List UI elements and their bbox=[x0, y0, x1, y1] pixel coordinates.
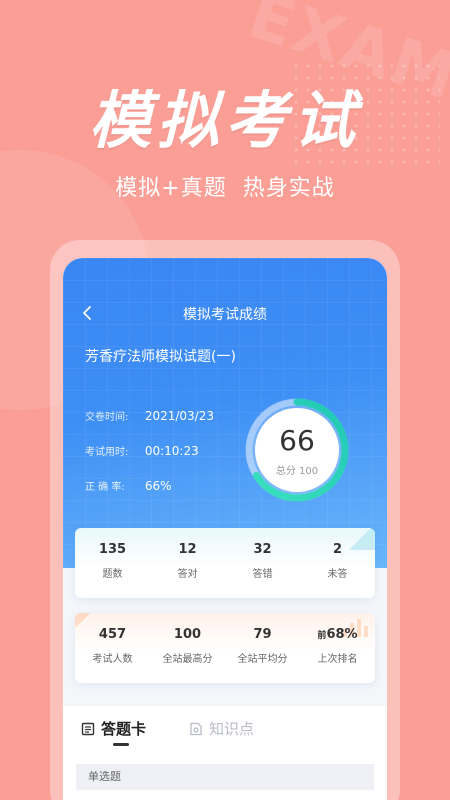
submit-time-row: 交卷时间: 2021/03/23 bbox=[85, 408, 214, 423]
duration-row: 考试用时: 00:10:23 bbox=[85, 443, 199, 458]
hero-subtitle: 模拟+真题 热身实战 bbox=[115, 176, 335, 201]
duration-value: 00:10:23 bbox=[144, 444, 199, 458]
submit-time-value: 2021/03/23 bbox=[144, 409, 214, 423]
site-stats-card: 457 考试人数 100 全站最高分 79 全站平均分 前68% 上次排名 bbox=[75, 613, 375, 683]
answer-sheet-icon bbox=[81, 722, 95, 735]
stat-label: 考试人数 bbox=[92, 654, 133, 665]
stat-label: 全站平均分 bbox=[237, 654, 288, 665]
stat-highest-score: 100 全站最高分 bbox=[150, 627, 225, 665]
card-corner-decoration bbox=[75, 613, 91, 627]
stat-label: 未答 bbox=[327, 569, 348, 580]
stat-average-score: 79 全站平均分 bbox=[225, 627, 300, 665]
stat-wrong: 32 答错 bbox=[225, 542, 300, 580]
result-header: 模拟考试成绩 芳香疗法师模拟试题(一) 交卷时间: 2021/03/23 考试用… bbox=[63, 258, 387, 568]
stat-exam-takers: 457 考试人数 bbox=[75, 627, 150, 665]
accuracy-value: 66% bbox=[144, 479, 172, 493]
accuracy-label: 正 确 率: bbox=[85, 482, 125, 493]
tab-label: 知识点 bbox=[209, 720, 255, 738]
tab-knowledge-points[interactable]: 知识点 bbox=[189, 718, 254, 739]
rank-value: 68% bbox=[326, 627, 358, 642]
stat-label: 全站最高分 bbox=[162, 654, 213, 665]
stat-correct: 12 答对 bbox=[150, 542, 225, 580]
stat-value: 457 bbox=[98, 627, 127, 642]
stat-value: 2 bbox=[332, 542, 343, 557]
phone-screen: 模拟考试成绩 芳香疗法师模拟试题(一) 交卷时间: 2021/03/23 考试用… bbox=[63, 258, 387, 800]
score-total-label: 总分 100 bbox=[275, 466, 319, 477]
score-value: 66 bbox=[279, 424, 315, 457]
stat-value: 12 bbox=[178, 542, 197, 557]
stat-label: 上次排名 bbox=[317, 654, 358, 665]
answer-stats-card: 135 题数 12 答对 32 答错 2 未答 bbox=[75, 528, 375, 598]
tab-label: 答题卡 bbox=[101, 720, 147, 738]
stat-value: 135 bbox=[98, 542, 127, 557]
stat-value: 79 bbox=[253, 627, 272, 642]
section-header-single-choice: 单选题 bbox=[76, 764, 374, 790]
stat-last-rank: 前68% 上次排名 bbox=[300, 627, 375, 665]
tab-bar: 答题卡 知识点 bbox=[63, 706, 387, 746]
hero-title: 模拟考试 bbox=[88, 84, 361, 157]
stat-label: 题数 bbox=[102, 569, 123, 580]
stat-question-count: 135 题数 bbox=[75, 542, 150, 580]
nav-bar: 模拟考试成绩 bbox=[63, 298, 387, 328]
stat-label: 答对 bbox=[177, 569, 198, 580]
paper-title: 芳香疗法师模拟试题(一) bbox=[85, 349, 236, 365]
tab-answer-sheet[interactable]: 答题卡 bbox=[81, 718, 146, 739]
stat-label: 答错 bbox=[252, 569, 273, 580]
stat-unanswered: 2 未答 bbox=[300, 542, 375, 580]
score-ring: 66 总分 100 bbox=[241, 394, 353, 506]
stat-value: 前68% bbox=[300, 627, 375, 642]
stat-value: 100 bbox=[173, 627, 202, 642]
duration-label: 考试用时: bbox=[85, 447, 129, 458]
knowledge-icon bbox=[190, 722, 202, 735]
page-title: 模拟考试成绩 bbox=[183, 307, 267, 323]
stat-value: 32 bbox=[253, 542, 272, 557]
accuracy-row: 正 确 率: 66% bbox=[85, 478, 172, 493]
submit-time-label: 交卷时间: bbox=[85, 412, 129, 423]
